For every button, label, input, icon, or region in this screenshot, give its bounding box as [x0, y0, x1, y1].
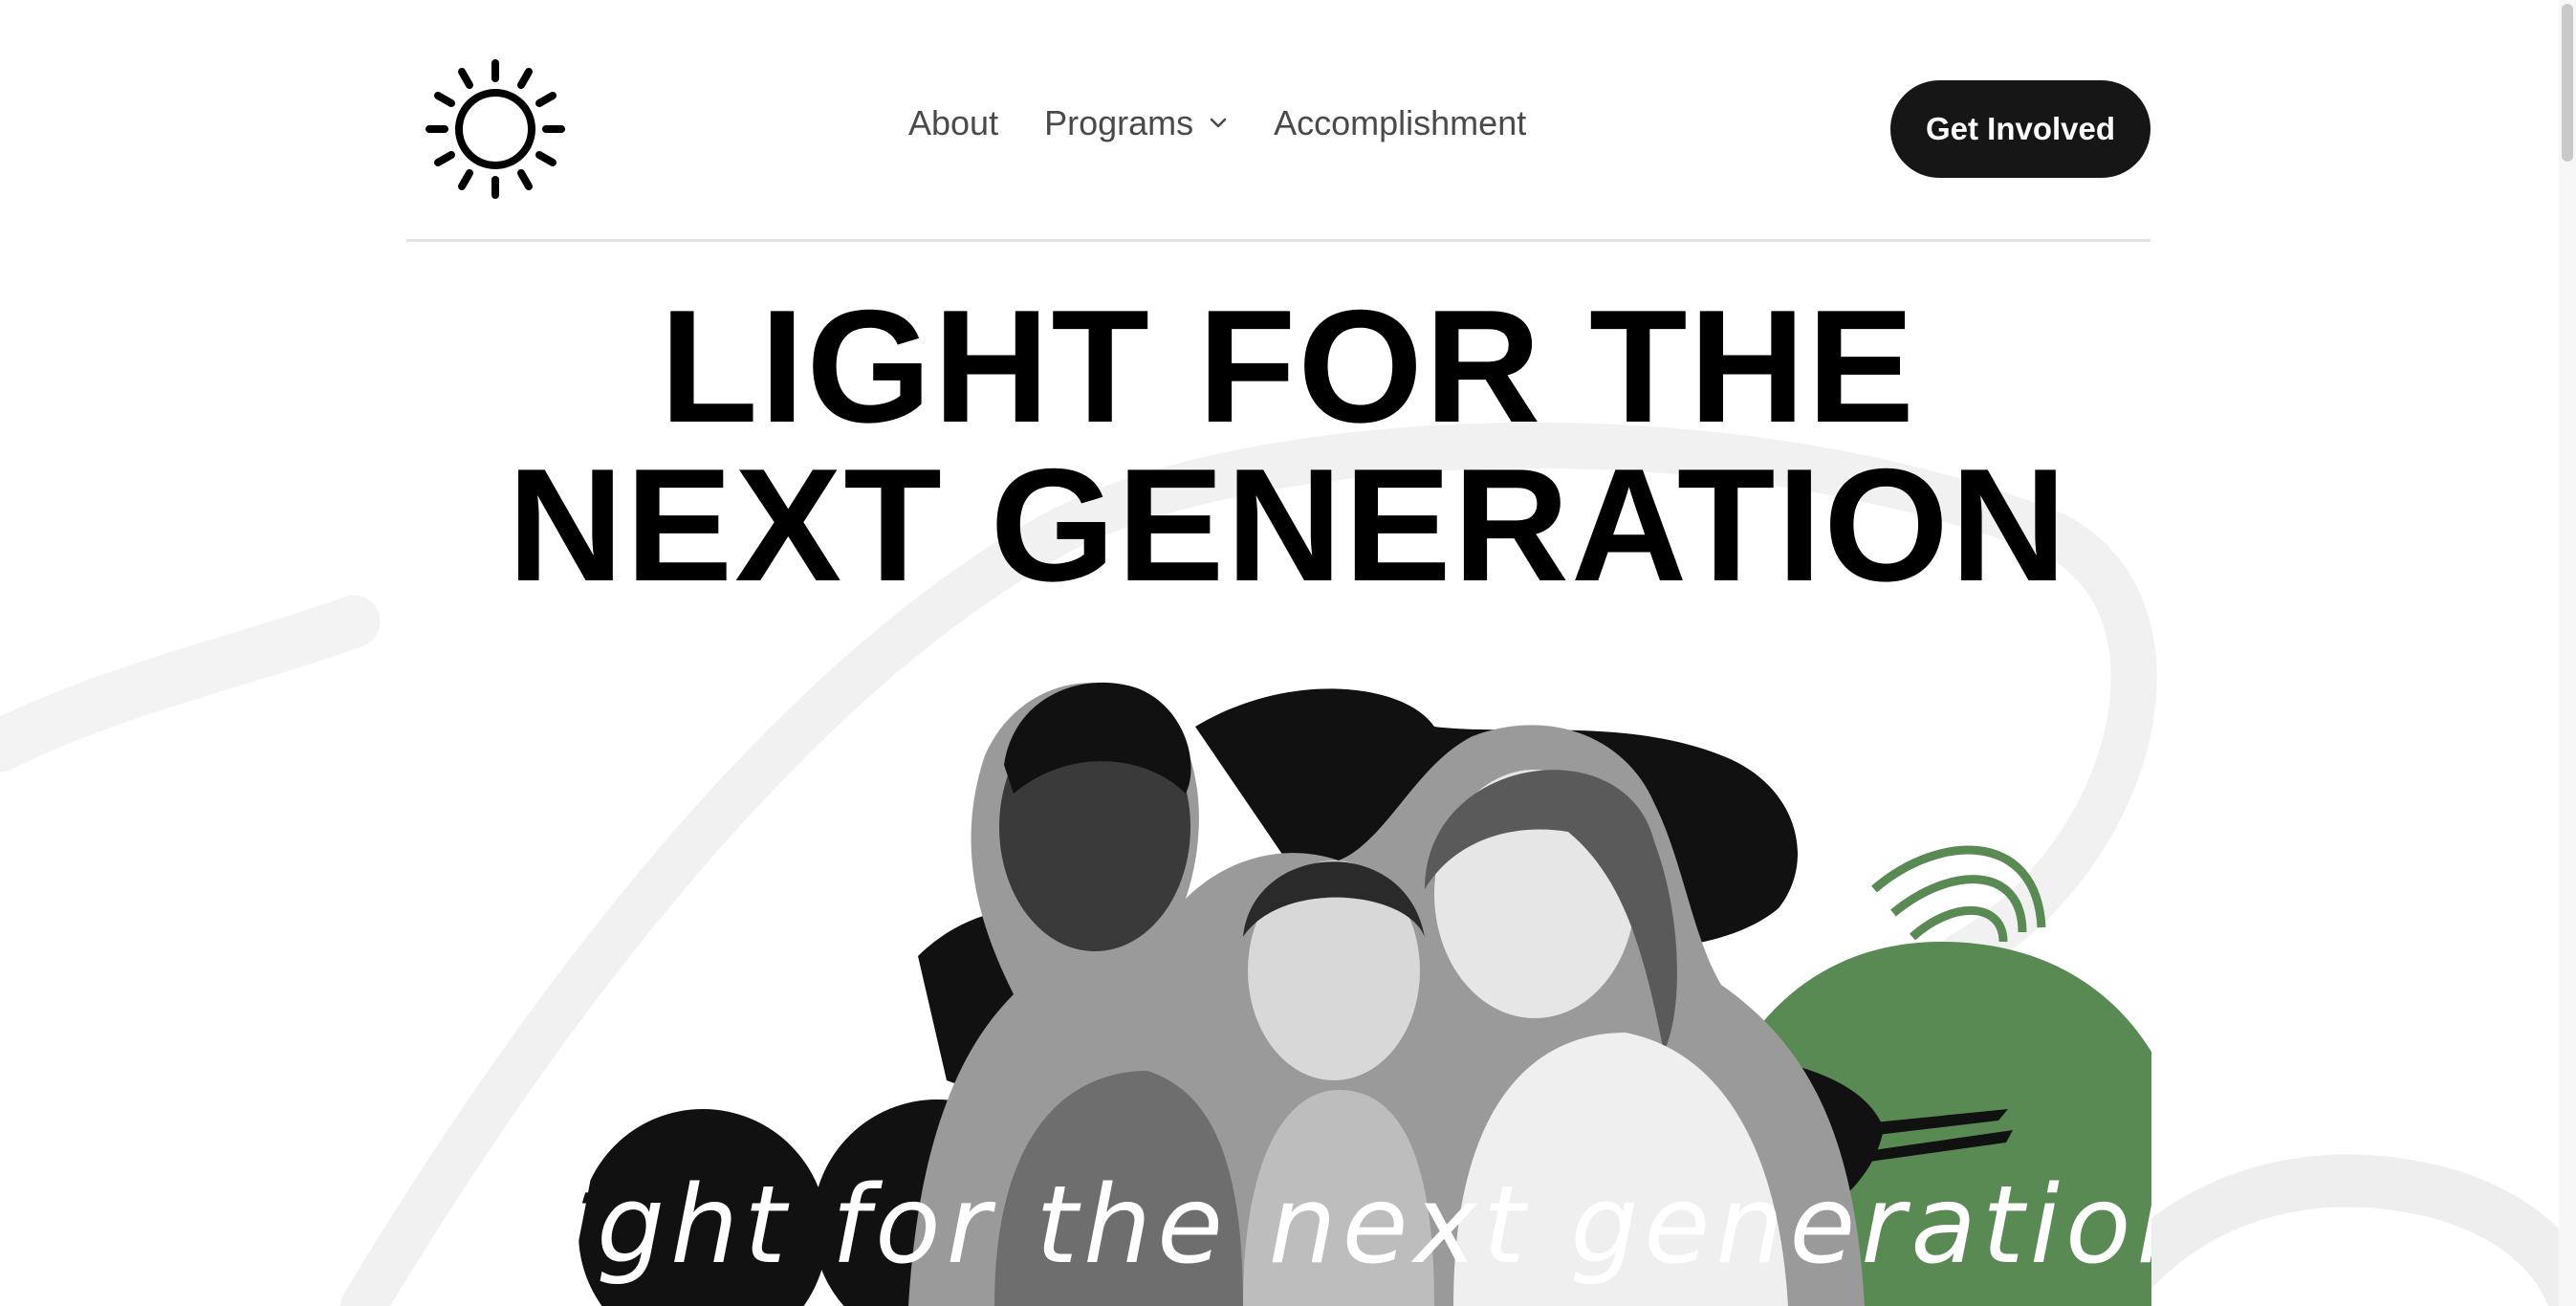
- site-header: About Programs Accomplishment Get Involv…: [406, 0, 2150, 241]
- main-nav: About Programs Accomplishment: [908, 103, 1526, 143]
- nav-about[interactable]: About: [908, 103, 998, 143]
- nav-accomplishment[interactable]: Accomplishment: [1274, 103, 1526, 143]
- get-involved-button[interactable]: Get Involved: [1890, 80, 2150, 178]
- hero-title-line-1: LIGHT FOR THE: [660, 276, 1916, 456]
- nav-accomplishment-label: Accomplishment: [1274, 103, 1527, 142]
- hero-title-line-2: NEXT GENERATION: [507, 435, 2069, 615]
- hero-illustration: Light for the next generation: [574, 682, 2151, 1306]
- nav-programs[interactable]: Programs: [1044, 103, 1228, 143]
- scrollbar-thumb[interactable]: [2562, 4, 2573, 162]
- sun-icon[interactable]: [424, 57, 567, 201]
- hero-script-text: Light for the next generation: [574, 1164, 2151, 1288]
- page-scrollbar[interactable]: [2559, 0, 2576, 1306]
- green-arcs-decoration: [1871, 845, 2046, 943]
- hero-title: LIGHT FOR THE NEXT GENERATION: [0, 276, 2576, 615]
- chevron-down-icon[interactable]: [1209, 117, 1228, 130]
- header-divider: [406, 239, 2150, 242]
- nav-programs-label: Programs: [1044, 103, 1194, 142]
- nav-about-label: About: [908, 103, 999, 142]
